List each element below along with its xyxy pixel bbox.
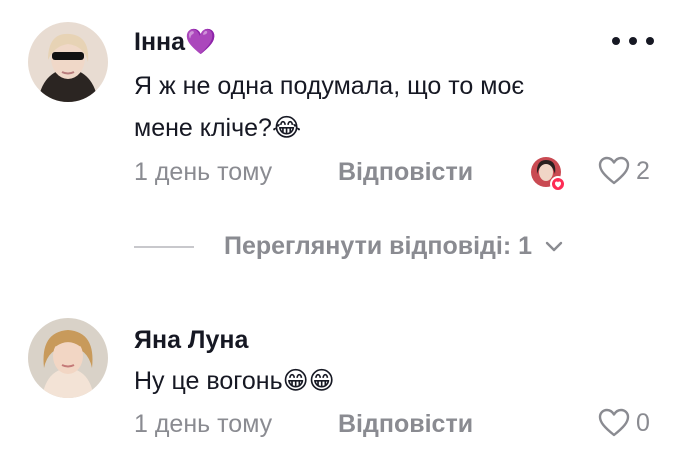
like-count: 2 <box>636 156 650 185</box>
reply-button[interactable]: Відповісти <box>338 410 473 439</box>
divider <box>134 245 194 248</box>
comment-text: Я ж не одна подумала, що то моє мене клі… <box>134 72 525 142</box>
view-replies-label: Переглянути відповіді: 1 <box>224 232 533 260</box>
comment-item: Яна Луна Ну це вогонь😁😁 1 день тому Відп… <box>0 300 682 470</box>
view-replies-button[interactable]: Переглянути відповіді: 1 <box>134 232 564 261</box>
creator-liked-avatar <box>530 156 566 192</box>
avatar-image <box>28 318 108 398</box>
like-count: 0 <box>636 408 650 437</box>
avatar-image <box>28 22 108 102</box>
heart-icon <box>598 408 630 437</box>
comment-text: Ну це вогонь😁😁 <box>134 367 335 395</box>
comment-item: Інна💜 Я ж не одна подумала, що то моє ме… <box>0 0 682 260</box>
heart-icon <box>598 156 630 185</box>
reply-button[interactable]: Відповісти <box>338 158 473 187</box>
comment-time: 1 день тому <box>134 410 273 438</box>
avatar[interactable] <box>28 318 108 398</box>
username[interactable]: Інна💜 <box>134 28 216 57</box>
comment-time: 1 день тому <box>134 158 273 186</box>
username[interactable]: Яна Луна <box>134 326 248 355</box>
like-button[interactable]: 2 <box>598 156 650 186</box>
chevron-down-icon <box>545 241 563 251</box>
avatar[interactable] <box>28 22 108 102</box>
like-button[interactable]: 0 <box>598 408 650 438</box>
more-options-icon[interactable] <box>612 34 654 48</box>
